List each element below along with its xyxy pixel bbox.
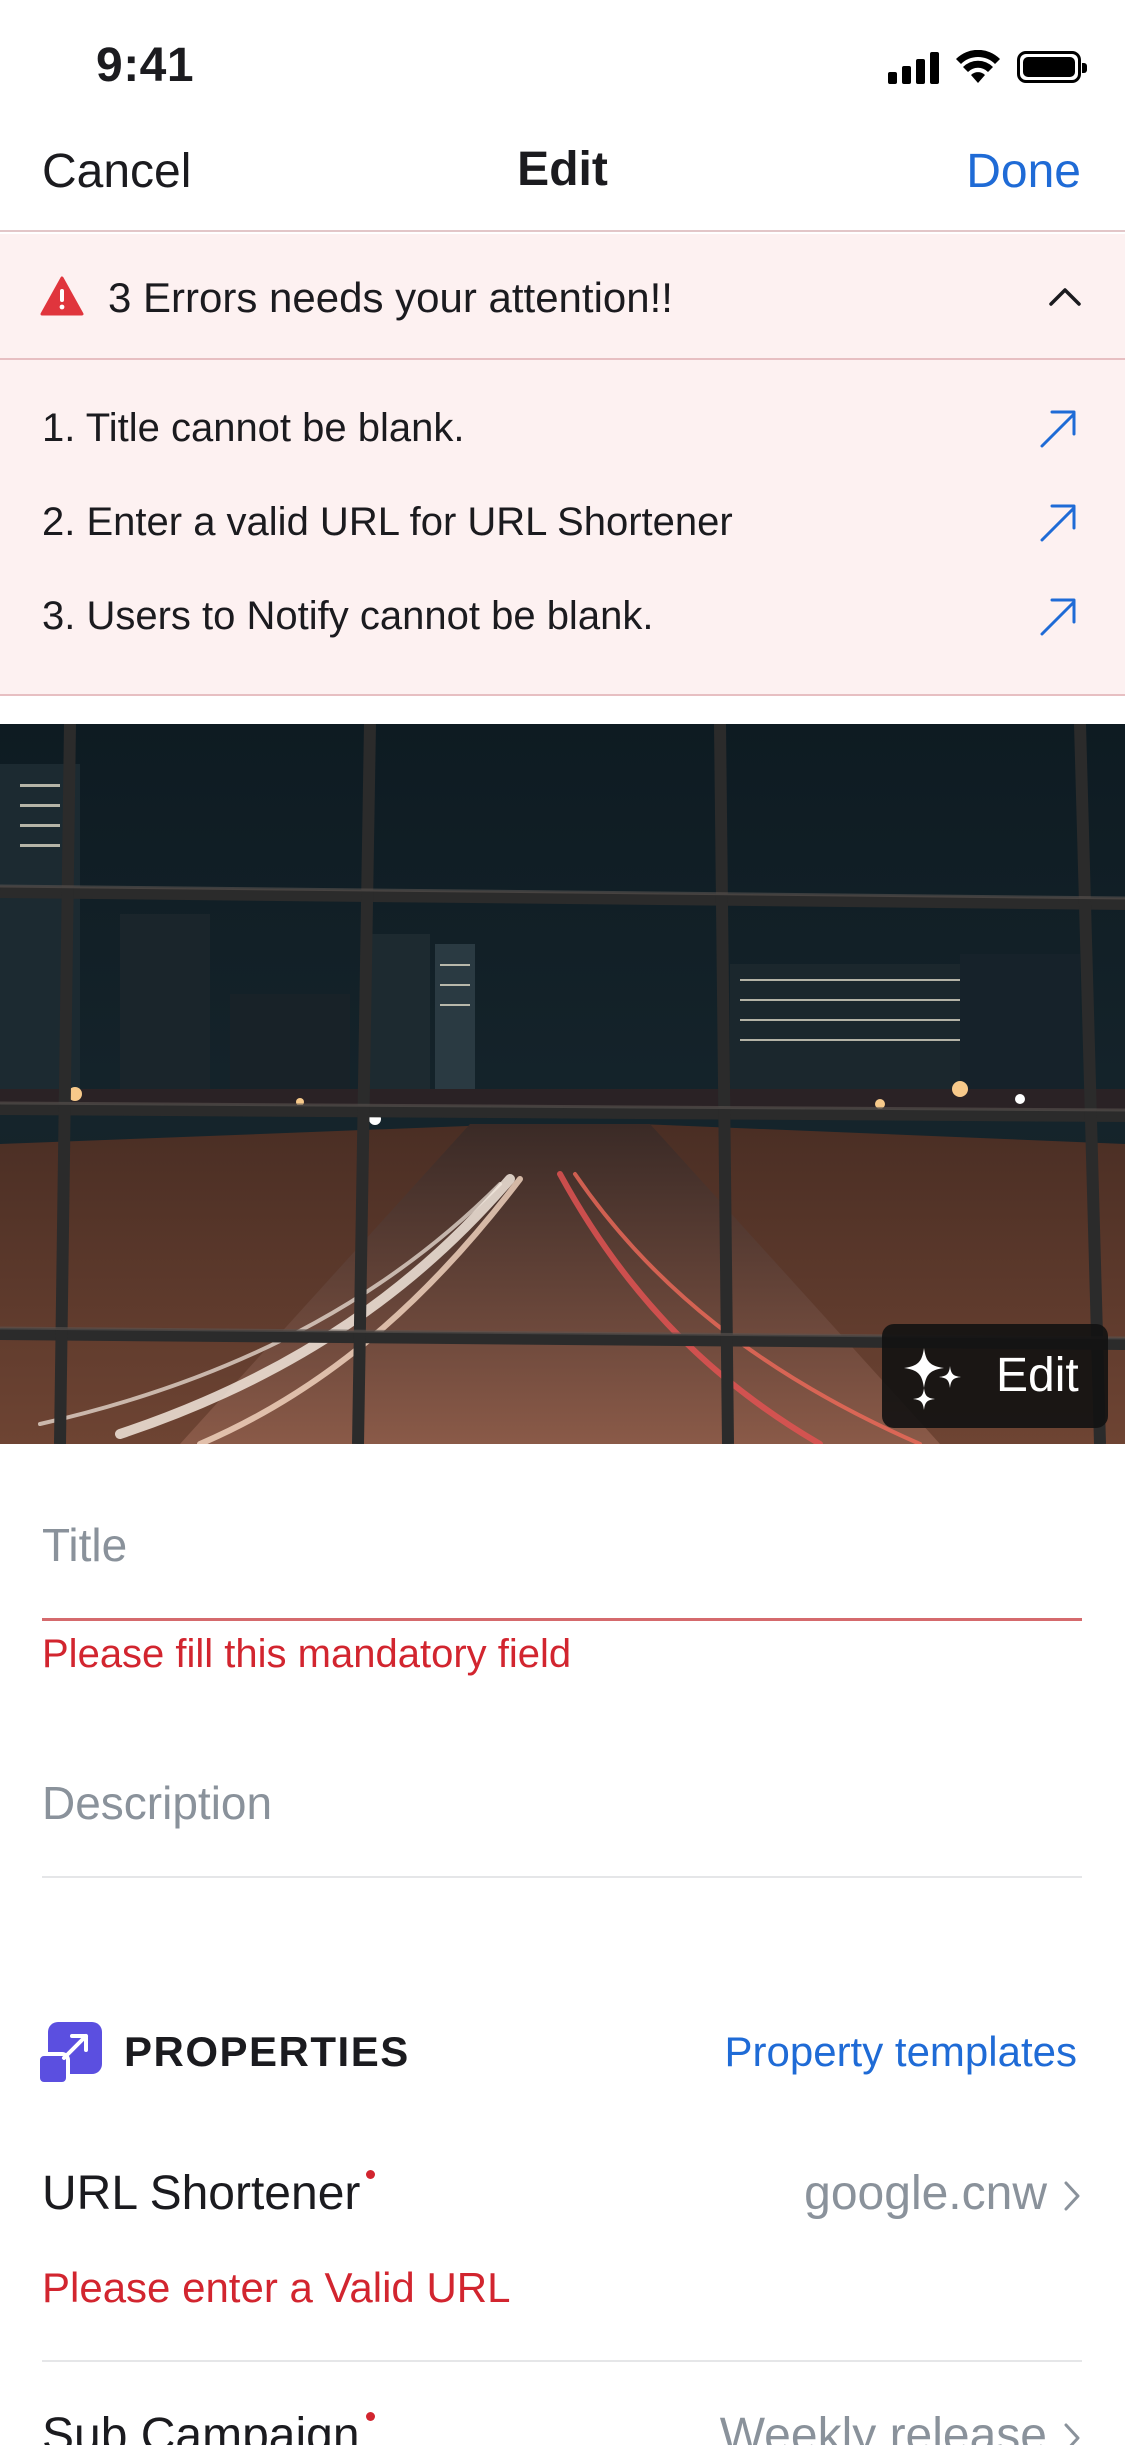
status-icons xyxy=(888,50,1087,84)
error-summary-title: 3 Errors needs your attention!! xyxy=(108,274,673,321)
nav-bar: Cancel Edit Done xyxy=(0,120,1125,232)
status-bar: 9:41 xyxy=(0,0,1125,140)
error-item-text: 3. Users to Notify cannot be blank. xyxy=(42,594,654,638)
url-shortener-label[interactable]: URL Shortener xyxy=(42,2166,376,2221)
edit-image-label: Edit xyxy=(996,1349,1079,1402)
done-button[interactable]: Done xyxy=(966,144,1081,199)
arrow-up-right-icon[interactable] xyxy=(1034,498,1082,546)
error-item-text: 2. Enter a valid URL for URL Shortener xyxy=(42,500,733,544)
url-shortener-value[interactable]: google.cnw xyxy=(804,2166,1047,2221)
property-templates-link[interactable]: Property templates xyxy=(725,2028,1078,2076)
wifi-icon xyxy=(956,50,1000,83)
error-panel-header[interactable]: 3 Errors needs your attention!! xyxy=(0,234,1125,360)
sub-campaign-label-text: Sub Campaign xyxy=(42,2409,360,2445)
title-error-message: Please fill this mandatory field xyxy=(42,1632,572,1676)
chevron-up-icon[interactable] xyxy=(1045,284,1085,308)
error-item[interactable]: 3. Users to Notify cannot be blank. xyxy=(42,582,1082,662)
row-divider xyxy=(42,2360,1082,2362)
properties-title: PROPERTIES xyxy=(124,2028,410,2075)
sparkle-icon xyxy=(904,1348,961,1410)
arrow-up-right-icon[interactable] xyxy=(1034,592,1082,640)
error-panel: 3 Errors needs your attention!! 1. Title… xyxy=(0,234,1125,696)
url-shortener-error-message: Please enter a Valid URL xyxy=(42,2264,511,2311)
arrow-up-right-icon[interactable] xyxy=(1034,404,1082,452)
warning-icon xyxy=(40,276,84,316)
cellular-signal-icon xyxy=(888,50,939,84)
properties-icon xyxy=(38,2022,102,2084)
error-item[interactable]: 2. Enter a valid URL for URL Shortener xyxy=(42,488,1082,568)
description-divider xyxy=(42,1876,1082,1878)
url-shortener-label-text: URL Shortener xyxy=(42,2167,361,2220)
sub-campaign-value[interactable]: Weekly release xyxy=(720,2408,1047,2445)
description-input[interactable]: Description xyxy=(42,1776,272,1830)
title-input[interactable]: Title xyxy=(42,1518,127,1572)
error-item[interactable]: 1. Title cannot be blank. xyxy=(42,394,1082,474)
chevron-right-icon[interactable] xyxy=(1061,2178,1083,2214)
error-item-text: 1. Title cannot be blank. xyxy=(42,406,465,450)
sub-campaign-label[interactable]: Sub Campaign xyxy=(42,2408,375,2445)
required-indicator xyxy=(365,2412,375,2421)
required-indicator xyxy=(366,2170,376,2179)
status-time: 9:41 xyxy=(96,39,195,92)
chevron-right-icon[interactable] xyxy=(1061,2420,1083,2445)
edit-image-button[interactable]: Edit xyxy=(882,1324,1108,1428)
title-input-underline xyxy=(42,1618,1082,1621)
battery-icon xyxy=(1017,51,1087,83)
page-title: Edit xyxy=(517,143,608,196)
